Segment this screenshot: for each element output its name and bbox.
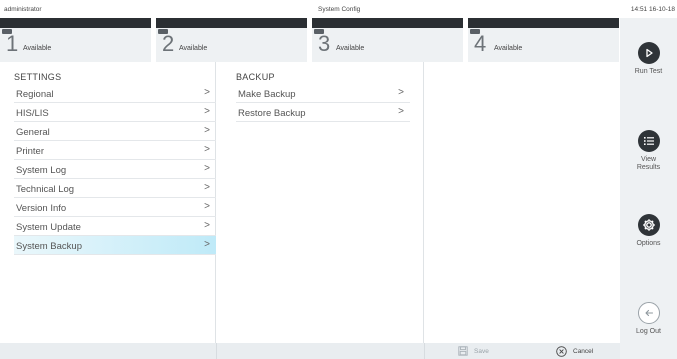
settings-item-general[interactable]: General >: [14, 122, 216, 141]
settings-list: Regional > HIS/LIS > General > Printer > Sys…: [14, 84, 216, 255]
settings-item-regional[interactable]: Regional >: [14, 84, 216, 103]
module-tile-4[interactable]: 4 Available: [468, 18, 619, 62]
chevron-right-icon: >: [204, 201, 210, 212]
system-config-screen: { "topbar": { "user": "administrator", "…: [0, 0, 677, 359]
settings-item-label: HIS/LIS: [16, 108, 49, 119]
settings-item-system-backup[interactable]: System Backup >: [14, 236, 216, 255]
module-number: 3: [318, 31, 331, 56]
backup-item-label: Restore Backup: [238, 108, 306, 119]
right-sidebar: Run Test View Results Options Log Out: [620, 18, 677, 359]
chevron-right-icon: >: [204, 239, 210, 250]
bottom-divider: [424, 343, 425, 359]
view-results-button[interactable]: View Results: [620, 130, 677, 172]
log-out-label: Log Out: [636, 328, 661, 335]
module-number: 2: [162, 31, 175, 56]
backup-item-make-backup[interactable]: Make Backup >: [236, 84, 410, 103]
cancel-label: Cancel: [573, 348, 594, 355]
logged-in-user: administrator: [4, 6, 42, 13]
module-tile-3[interactable]: 3 Available: [312, 18, 463, 62]
run-test-label: Run Test: [634, 68, 663, 75]
options-button[interactable]: Options: [620, 214, 677, 248]
module-status: Available: [23, 45, 52, 52]
save-label: Save: [474, 347, 489, 355]
settings-item-label: Technical Log: [16, 184, 75, 195]
top-status-bar: administrator System Config 14:51 16-10-…: [0, 0, 677, 18]
settings-item-label: System Update: [16, 222, 81, 233]
module-strip: 1 Available 2 Available 3 Available 4 Av…: [0, 18, 620, 62]
module-header-strip: [156, 18, 307, 28]
backup-list: Make Backup > Restore Backup >: [236, 84, 410, 122]
view-results-label-line1: View: [640, 156, 657, 163]
settings-item-system-update[interactable]: System Update >: [14, 217, 216, 236]
module-tile-1[interactable]: 1 Available: [0, 18, 151, 62]
detail-column: [424, 62, 620, 343]
module-number: 4: [474, 31, 487, 56]
chevron-right-icon: >: [204, 163, 210, 174]
backup-column: BACKUP Make Backup > Restore Backup >: [216, 62, 424, 343]
backup-heading: BACKUP: [236, 72, 275, 82]
close-circle-icon: [556, 346, 567, 357]
settings-item-technical-log[interactable]: Technical Log >: [14, 179, 216, 198]
module-header-strip: [0, 18, 151, 28]
view-results-label: View Results: [620, 156, 677, 172]
log-out-button[interactable]: Log Out: [620, 302, 677, 336]
settings-item-label: Regional: [16, 89, 54, 100]
settings-item-label: General: [16, 127, 50, 138]
module-number: 1: [6, 31, 19, 56]
save-button[interactable]: Save: [458, 346, 489, 356]
settings-column: SETTINGS Regional > HIS/LIS > General > Pri…: [0, 62, 216, 343]
options-label: Options: [636, 240, 661, 247]
screen-title: System Config: [318, 6, 361, 13]
view-results-label-line2: Results: [636, 164, 661, 171]
bottom-action-bar: Save Cancel: [0, 343, 620, 359]
logout-arrow-icon: [637, 302, 660, 324]
settings-item-printer[interactable]: Printer >: [14, 141, 216, 160]
save-icon: [458, 346, 468, 356]
chevron-right-icon: >: [204, 106, 210, 117]
module-status: Available: [179, 45, 208, 52]
settings-item-system-log[interactable]: System Log >: [14, 160, 216, 179]
settings-item-label: System Log: [16, 165, 67, 176]
cancel-button[interactable]: Cancel: [556, 346, 593, 357]
chevron-right-icon: >: [204, 87, 210, 98]
settings-item-version-info[interactable]: Version Info >: [14, 198, 216, 217]
settings-item-label: System Backup: [16, 241, 82, 252]
module-tile-2[interactable]: 2 Available: [156, 18, 307, 62]
run-test-button[interactable]: Run Test: [620, 42, 677, 76]
chevron-right-icon: >: [398, 106, 404, 117]
gear-icon: [637, 214, 660, 236]
module-header-strip: [468, 18, 619, 28]
main-panel: SETTINGS Regional > HIS/LIS > General > Pri…: [0, 62, 620, 343]
bottom-divider: [216, 343, 217, 359]
settings-heading: SETTINGS: [14, 72, 62, 82]
chevron-right-icon: >: [204, 220, 210, 231]
backup-item-label: Make Backup: [238, 89, 296, 100]
module-header-strip: [312, 18, 463, 28]
backup-item-restore-backup[interactable]: Restore Backup >: [236, 103, 410, 122]
module-status: Available: [494, 45, 523, 52]
settings-item-label: Version Info: [16, 203, 67, 214]
settings-item-label: Printer: [16, 146, 44, 157]
chevron-right-icon: >: [204, 144, 210, 155]
module-status: Available: [336, 45, 365, 52]
chevron-right-icon: >: [204, 125, 210, 136]
clock: 14:51 16-10-18: [630, 6, 675, 13]
chevron-right-icon: >: [204, 182, 210, 193]
settings-item-his-lis[interactable]: HIS/LIS >: [14, 103, 216, 122]
play-icon: [637, 42, 660, 64]
chevron-right-icon: >: [398, 87, 404, 98]
list-icon: [637, 130, 660, 152]
